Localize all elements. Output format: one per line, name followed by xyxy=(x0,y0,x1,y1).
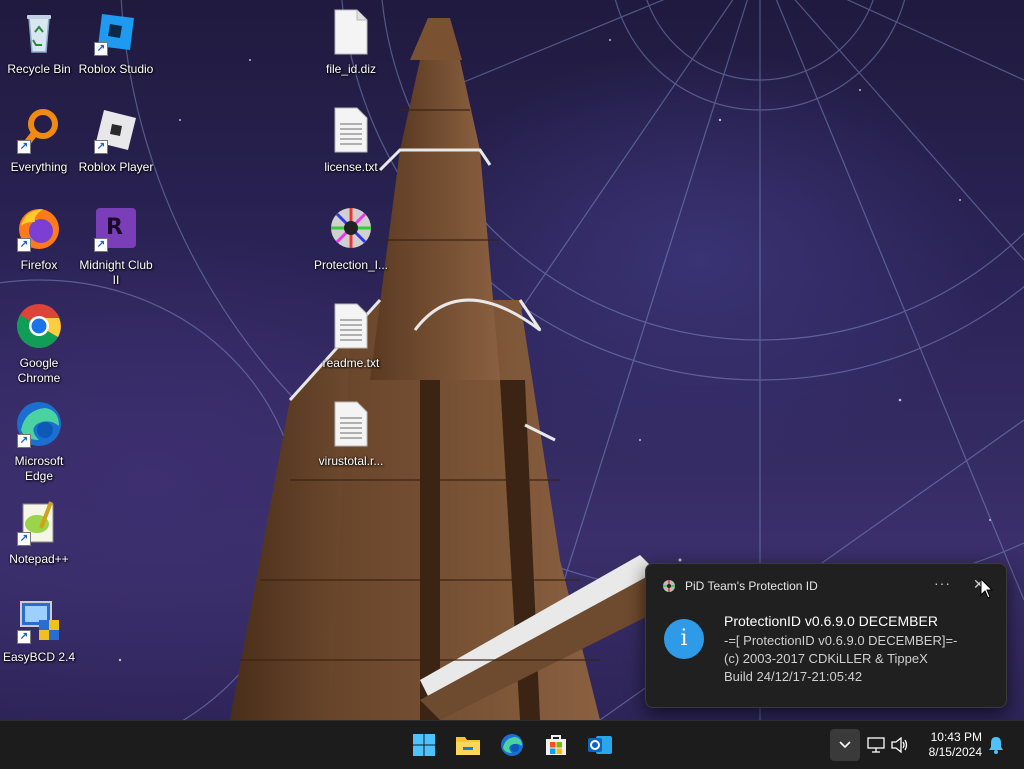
shortcut-arrow-icon: ↗ xyxy=(17,630,31,644)
mouse-cursor-icon xyxy=(980,578,994,599)
desktop-icon-google-chrome[interactable]: Google Chrome xyxy=(1,302,77,386)
desktop-icon-label: EasyBCD 2.4 xyxy=(2,650,76,664)
edge-icon xyxy=(501,734,523,756)
shortcut-arrow-icon: ↗ xyxy=(17,238,31,252)
chevron-down-icon xyxy=(839,741,851,749)
start-icon xyxy=(413,734,435,756)
roblox-player-icon: ↗ xyxy=(92,106,140,154)
desktop-icon-license-txt[interactable]: license.txt xyxy=(313,106,389,175)
desktop-icon-virustotal[interactable]: virustotal.r... xyxy=(313,400,389,469)
shortcut-arrow-icon: ↗ xyxy=(94,238,108,252)
notification-app-name: PiD Team's Protection ID xyxy=(685,579,818,593)
shortcut-arrow-icon: ↗ xyxy=(17,532,31,546)
show-hidden-icons-button[interactable] xyxy=(830,729,860,761)
desktop-icon-roblox-studio[interactable]: ↗ Roblox Studio xyxy=(78,8,154,77)
desktop-icon-label: license.txt xyxy=(324,160,378,174)
edge-icon: ↗ xyxy=(15,400,63,448)
notification-line: -=[ ProtectionID v0.6.9.0 DECEMBER]=- xyxy=(724,633,958,648)
desktop-icon-label: Firefox xyxy=(20,258,58,272)
desktop-icon-protection-id[interactable]: Protection_I... xyxy=(313,204,389,273)
clock-time: 10:43 PM xyxy=(930,730,982,744)
network-tray-button[interactable] xyxy=(864,729,888,761)
text-file-icon xyxy=(327,106,375,154)
desktop-icon-everything[interactable]: ↗ Everything xyxy=(1,106,77,175)
desktop-icon-label: Roblox Studio xyxy=(78,62,154,76)
roblox-studio-icon: ↗ xyxy=(92,8,140,56)
taskbar-file-explorer[interactable] xyxy=(452,729,484,761)
desktop-icon-easybcd[interactable]: ↗ EasyBCD 2.4 xyxy=(1,596,77,665)
shortcut-arrow-icon: ↗ xyxy=(17,434,31,448)
volume-icon xyxy=(891,737,908,753)
desktop-icon-label: Midnight Club II xyxy=(79,258,153,287)
midnight-club-icon: R ↗ xyxy=(92,204,140,252)
text-file-icon xyxy=(327,400,375,448)
taskbar-clock[interactable]: 10:43 PM 8/15/2024 xyxy=(918,730,982,760)
desktop-icon-label: Notepad++ xyxy=(9,552,69,566)
desktop-icon-roblox-player[interactable]: ↗ Roblox Player xyxy=(78,106,154,175)
bell-icon xyxy=(989,737,1003,754)
desktop-icon-notepad-plus-plus[interactable]: ↗ Notepad++ xyxy=(1,498,77,567)
protection-id-icon xyxy=(327,204,375,252)
desktop-icon-label: Recycle Bin xyxy=(7,62,71,76)
notification-more-button[interactable]: ··· xyxy=(934,575,951,591)
outlook-icon xyxy=(588,736,612,754)
desktop-icon-label: virustotal.r... xyxy=(318,454,384,468)
start-button[interactable] xyxy=(408,729,440,761)
desktop-icon-label: Protection_I... xyxy=(313,258,389,272)
notification-toast[interactable]: PiD Team's Protection ID ··· ✕ i Protect… xyxy=(645,563,1007,708)
protection-id-app-icon xyxy=(663,580,675,592)
svg-text:R: R xyxy=(106,215,123,240)
shortcut-arrow-icon: ↗ xyxy=(17,140,31,154)
info-icon: i xyxy=(664,619,704,659)
text-file-icon xyxy=(327,302,375,350)
network-icon xyxy=(867,737,885,753)
desktop-icon-label: Google Chrome xyxy=(17,356,61,385)
notification-center-button[interactable] xyxy=(984,729,1008,761)
desktop-icon-label: Roblox Player xyxy=(78,160,154,174)
firefox-icon: ↗ xyxy=(15,204,63,252)
taskbar: 10:43 PM 8/15/2024 xyxy=(0,720,1024,769)
notification-line: (c) 2003-2017 CDKiLLER & TippeX xyxy=(724,651,928,666)
desktop-icon-label: Everything xyxy=(10,160,68,174)
desktop-icon-readme-txt[interactable]: readme.txt xyxy=(313,302,389,371)
chrome-icon xyxy=(15,302,63,350)
desktop-icon-label: file_id.diz xyxy=(325,62,377,76)
notepad-plus-plus-icon: ↗ xyxy=(15,498,63,546)
shortcut-arrow-icon: ↗ xyxy=(94,140,108,154)
shortcut-arrow-icon: ↗ xyxy=(94,42,108,56)
taskbar-outlook[interactable] xyxy=(584,729,616,761)
taskbar-microsoft-store[interactable] xyxy=(540,729,572,761)
notification-line: Build 24/12/17-21:05:42 xyxy=(724,669,863,684)
desktop-icon-label: readme.txt xyxy=(322,356,380,370)
file-icon xyxy=(327,8,375,56)
notification-title: ProtectionID v0.6.9.0 DECEMBER xyxy=(724,613,938,629)
easybcd-icon: ↗ xyxy=(15,596,63,644)
microsoft-store-icon xyxy=(546,735,566,755)
desktop-icon-midnight-club[interactable]: R ↗ Midnight Club II xyxy=(78,204,154,288)
notification-body: ProtectionID v0.6.9.0 DECEMBER -=[ Prote… xyxy=(724,613,957,686)
file-explorer-icon xyxy=(456,737,480,755)
desktop-icon-firefox[interactable]: ↗ Firefox xyxy=(1,204,77,273)
desktop-icon-microsoft-edge[interactable]: ↗ Microsoft Edge xyxy=(1,400,77,484)
desktop-icon-label: Microsoft Edge xyxy=(14,454,64,483)
volume-tray-button[interactable] xyxy=(888,729,912,761)
recycle-bin-icon xyxy=(15,8,63,56)
clock-date: 8/15/2024 xyxy=(928,745,982,759)
taskbar-edge[interactable] xyxy=(496,729,528,761)
notification-header: PiD Team's Protection ID xyxy=(662,577,818,595)
desktop-icon-file-id-diz[interactable]: file_id.diz xyxy=(313,8,389,77)
everything-search-icon: ↗ xyxy=(15,106,63,154)
desktop-icon-recycle-bin[interactable]: Recycle Bin xyxy=(1,8,77,77)
